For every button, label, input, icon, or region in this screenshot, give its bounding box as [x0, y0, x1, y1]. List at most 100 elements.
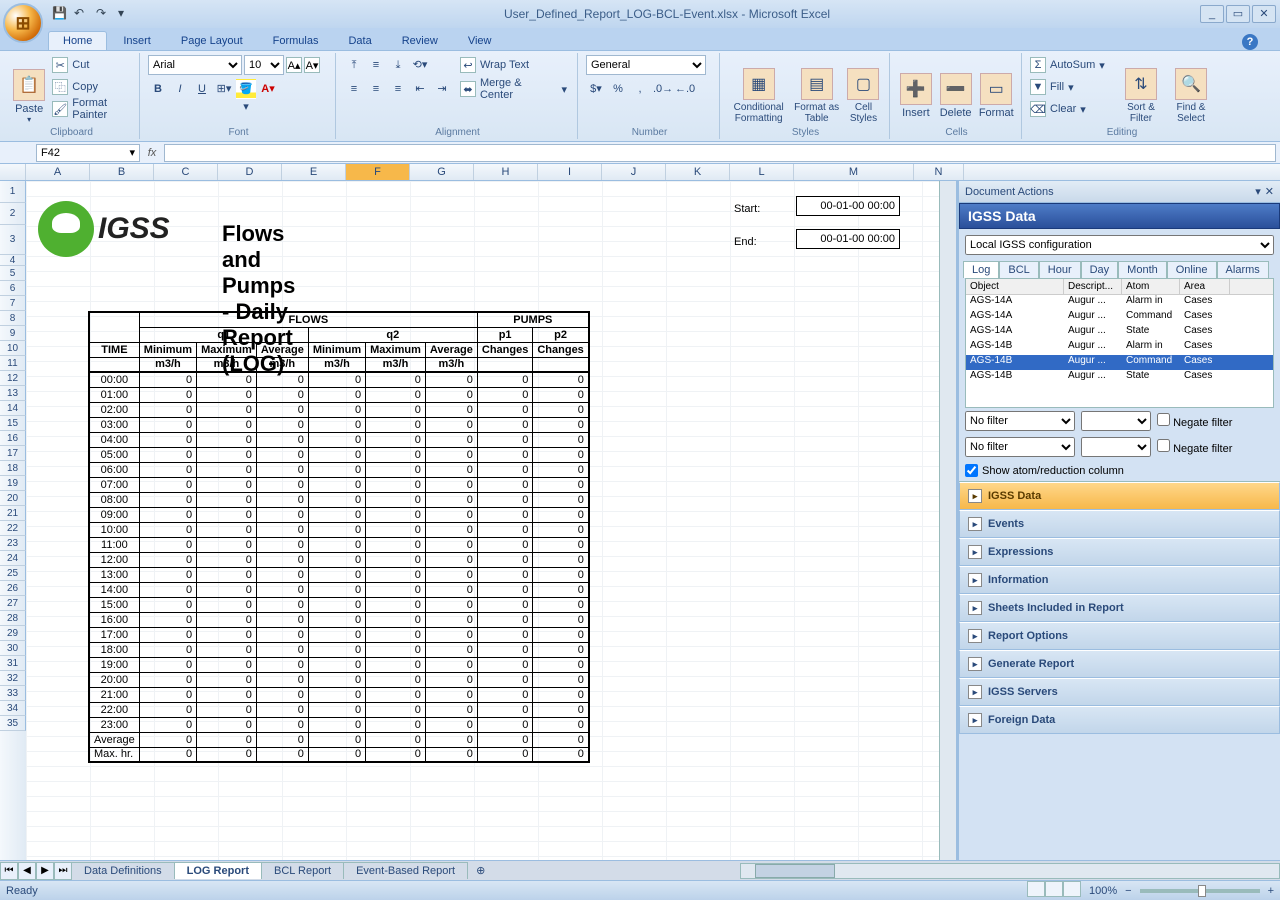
- row-header-26[interactable]: 26: [0, 581, 26, 596]
- decrease-decimal[interactable]: ←.0: [674, 79, 694, 99]
- tab-data[interactable]: Data: [334, 32, 385, 50]
- maximize-button[interactable]: ▭: [1226, 5, 1250, 23]
- show-atom-checkbox[interactable]: [965, 464, 978, 477]
- row-header-20[interactable]: 20: [0, 491, 26, 506]
- row-header-34[interactable]: 34: [0, 701, 26, 716]
- row-header-4[interactable]: 4: [0, 255, 26, 266]
- row-header-21[interactable]: 21: [0, 506, 26, 521]
- formula-input[interactable]: [164, 144, 1276, 162]
- worksheet-grid[interactable]: IGSS Flows and Pumps - Daily Report (LOG…: [26, 181, 939, 881]
- row-header-10[interactable]: 10: [0, 341, 26, 356]
- panel-tab-month[interactable]: Month: [1118, 261, 1167, 278]
- col-header-A[interactable]: A: [26, 164, 90, 180]
- tab-nav-prev[interactable]: ◀: [18, 862, 36, 880]
- number-format-select[interactable]: General: [586, 55, 706, 75]
- shrink-font-icon[interactable]: A▾: [304, 57, 320, 73]
- object-row[interactable]: AGS-14AAugur ...CommandCases: [966, 310, 1273, 325]
- border-button[interactable]: ⊞▾: [214, 79, 234, 99]
- row-header-33[interactable]: 33: [0, 686, 26, 701]
- col-header-N[interactable]: N: [914, 164, 964, 180]
- object-row[interactable]: AGS-14BAugur ...StateCases: [966, 370, 1273, 385]
- zoom-out-button[interactable]: −: [1125, 885, 1131, 897]
- grow-font-icon[interactable]: A▴: [286, 57, 302, 73]
- col-header-B[interactable]: B: [90, 164, 154, 180]
- bold-button[interactable]: B: [148, 79, 168, 99]
- accordion-igss-servers[interactable]: ▸IGSS Servers: [959, 678, 1280, 706]
- col-header-E[interactable]: E: [282, 164, 346, 180]
- zoom-level[interactable]: 100%: [1089, 885, 1117, 897]
- conditional-formatting-button[interactable]: ▦Conditional Formatting: [728, 55, 789, 137]
- tab-nav-next[interactable]: ▶: [36, 862, 54, 880]
- row-header-5[interactable]: 5: [0, 266, 26, 281]
- sheet-tab-log-report[interactable]: LOG Report: [174, 862, 262, 879]
- tab-nav-first[interactable]: ⏮: [0, 862, 18, 880]
- accordion-generate-report[interactable]: ▸Generate Report: [959, 650, 1280, 678]
- row-header-16[interactable]: 16: [0, 431, 26, 446]
- row-header-6[interactable]: 6: [0, 281, 26, 296]
- panel-tab-day[interactable]: Day: [1081, 261, 1119, 278]
- row-header-12[interactable]: 12: [0, 371, 26, 386]
- row-header-17[interactable]: 17: [0, 446, 26, 461]
- align-top[interactable]: ⤒: [344, 55, 364, 75]
- decrease-indent[interactable]: ⇤: [410, 79, 430, 99]
- config-select[interactable]: Local IGSS configuration: [965, 235, 1274, 255]
- accordion-foreign-data[interactable]: ▸Foreign Data: [959, 706, 1280, 734]
- row-header-2[interactable]: 2: [0, 203, 26, 225]
- row-header-18[interactable]: 18: [0, 461, 26, 476]
- row-header-24[interactable]: 24: [0, 551, 26, 566]
- row-header-32[interactable]: 32: [0, 671, 26, 686]
- font-color-button[interactable]: A▾: [258, 79, 278, 99]
- qat-customize-icon[interactable]: ▾: [118, 6, 134, 22]
- find-select-button[interactable]: 🔍Find & Select: [1168, 55, 1214, 137]
- accordion-expressions[interactable]: ▸Expressions: [959, 538, 1280, 566]
- close-button[interactable]: ✕: [1252, 5, 1276, 23]
- col-header-K[interactable]: K: [666, 164, 730, 180]
- row-header-27[interactable]: 27: [0, 596, 26, 611]
- copy-button[interactable]: ⿻Copy: [52, 77, 133, 97]
- format-painter-button[interactable]: 🖌Format Painter: [52, 99, 133, 119]
- filter2-value[interactable]: [1081, 437, 1151, 457]
- insert-cells-button[interactable]: ➕Insert: [898, 55, 934, 137]
- row-header-28[interactable]: 28: [0, 611, 26, 626]
- minimize-button[interactable]: _: [1200, 5, 1224, 23]
- wrap-text-button[interactable]: ↩Wrap Text: [456, 55, 571, 75]
- col-header-G[interactable]: G: [410, 164, 474, 180]
- row-header-7[interactable]: 7: [0, 296, 26, 311]
- clear-button[interactable]: ⌫Clear ▾: [1030, 99, 1114, 119]
- redo-icon[interactable]: ↷: [96, 6, 112, 22]
- fill-button[interactable]: ▼Fill ▾: [1030, 77, 1114, 97]
- accordion-sheets-included-in-report[interactable]: ▸Sheets Included in Report: [959, 594, 1280, 622]
- align-center[interactable]: ≡: [366, 79, 386, 99]
- tab-page-layout[interactable]: Page Layout: [167, 32, 257, 50]
- format-cells-button[interactable]: ▭Format: [977, 55, 1015, 137]
- negate1-checkbox[interactable]: Negate filter: [1157, 413, 1232, 429]
- italic-button[interactable]: I: [170, 79, 190, 99]
- panel-tab-hour[interactable]: Hour: [1039, 261, 1081, 278]
- tab-formulas[interactable]: Formulas: [259, 32, 333, 50]
- row-header-22[interactable]: 22: [0, 521, 26, 536]
- panel-close-icon[interactable]: ✕: [1265, 185, 1274, 198]
- col-header-D[interactable]: D: [218, 164, 282, 180]
- object-row[interactable]: AGS-14AAugur ...Alarm inCases: [966, 295, 1273, 310]
- row-header-30[interactable]: 30: [0, 641, 26, 656]
- name-box[interactable]: F42▾: [36, 144, 140, 162]
- align-left[interactable]: ≡: [344, 79, 364, 99]
- cell-styles-button[interactable]: ▢Cell Styles: [844, 55, 883, 137]
- orientation[interactable]: ⟲▾: [410, 55, 430, 75]
- row-header-23[interactable]: 23: [0, 536, 26, 551]
- col-header-C[interactable]: C: [154, 164, 218, 180]
- panel-dropdown-icon[interactable]: ▾: [1255, 185, 1261, 198]
- font-name-select[interactable]: Arial: [148, 55, 242, 75]
- row-header-31[interactable]: 31: [0, 656, 26, 671]
- tab-home[interactable]: Home: [48, 31, 107, 50]
- zoom-in-button[interactable]: +: [1268, 885, 1274, 897]
- underline-button[interactable]: U: [192, 79, 212, 99]
- panel-tab-bcl[interactable]: BCL: [999, 261, 1038, 278]
- help-icon[interactable]: ?: [1242, 34, 1258, 50]
- cut-button[interactable]: ✂Cut: [52, 55, 133, 75]
- sheet-tab-event-based-report[interactable]: Event-Based Report: [343, 862, 468, 879]
- accordion-report-options[interactable]: ▸Report Options: [959, 622, 1280, 650]
- select-all-corner[interactable]: [0, 164, 26, 180]
- fill-color-button[interactable]: 🪣▾: [236, 79, 256, 99]
- view-buttons[interactable]: [1027, 881, 1081, 900]
